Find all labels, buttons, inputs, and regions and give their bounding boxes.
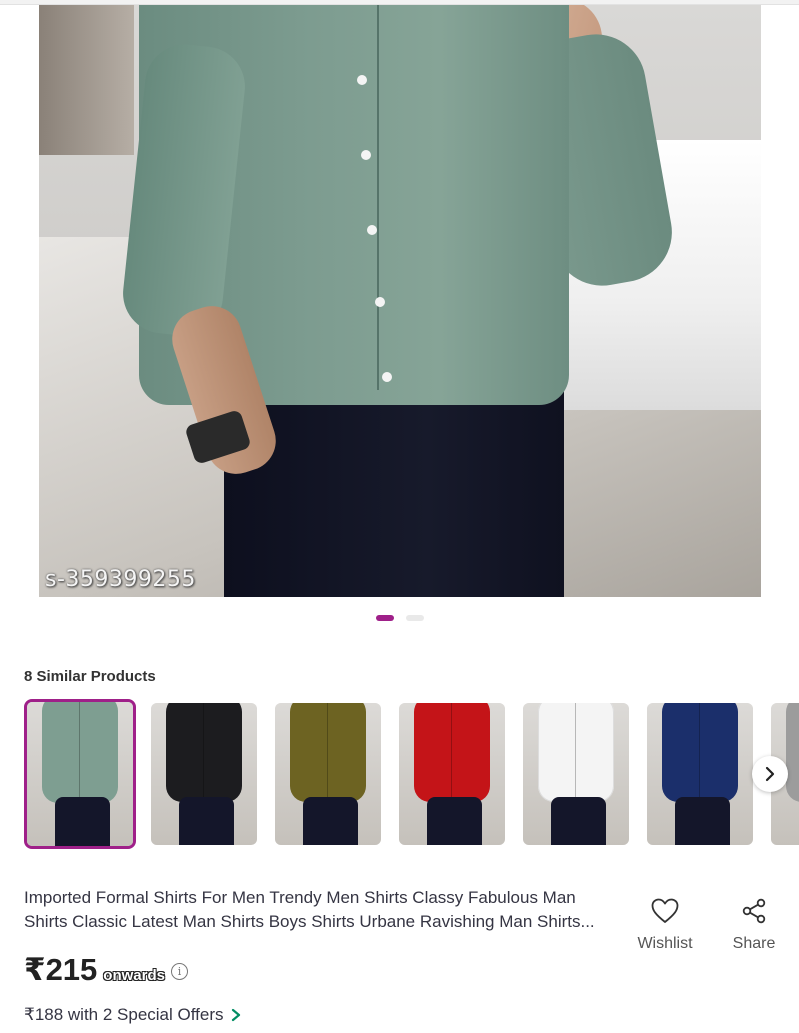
heart-icon <box>651 898 679 923</box>
wishlist-button[interactable]: Wishlist <box>625 898 705 953</box>
image-shirt-button <box>361 150 371 160</box>
similar-products-carousel[interactable] <box>24 699 799 849</box>
thumbnail-trousers <box>550 796 606 845</box>
image-shirt-button <box>367 225 377 235</box>
product-price: ₹215 <box>24 952 98 987</box>
similar-product-thumbnail[interactable] <box>151 703 257 845</box>
thumbnail-placket <box>326 703 328 797</box>
share-button[interactable]: Share <box>714 898 794 953</box>
carousel-next-button[interactable] <box>752 756 788 792</box>
thumbnail-placket <box>202 703 204 797</box>
similar-product-thumbnail[interactable] <box>523 703 629 845</box>
thumbnail-shirt <box>289 703 367 803</box>
sku-watermark: s-359399255 <box>45 567 196 592</box>
image-shirt-button <box>382 372 392 382</box>
wishlist-label: Wishlist <box>637 935 693 952</box>
similar-product-thumbnail[interactable] <box>24 699 136 849</box>
thumbnail-shirt <box>661 703 739 803</box>
thumbnail-shirt <box>165 703 243 803</box>
thumbnail-shirt <box>413 703 491 803</box>
chevron-right-icon <box>765 766 775 782</box>
chevron-right-icon <box>231 1008 240 1022</box>
thumbnail-placket <box>574 703 576 797</box>
image-shirt-placket <box>377 5 379 390</box>
share-label: Share <box>732 935 776 952</box>
thumbnail-shirt <box>785 703 799 803</box>
price-row: ₹215 onwards i <box>24 952 188 988</box>
product-title: Imported Formal Shirts For Men Trendy Me… <box>24 888 595 931</box>
thumbnail-placket <box>78 702 80 798</box>
thumbnail-trousers <box>302 796 358 845</box>
image-shirt-button <box>375 297 385 307</box>
pager-dot[interactable] <box>376 615 394 621</box>
image-background-wall <box>39 5 134 155</box>
thumbnail-trousers <box>178 796 234 845</box>
thumbnail-trousers <box>54 797 110 846</box>
similar-product-thumbnail[interactable] <box>647 703 753 845</box>
product-image[interactable]: s-359399255 <box>39 5 761 597</box>
offer-text: ₹188 with 2 Special Offers <box>24 1005 224 1024</box>
info-icon[interactable]: i <box>170 963 188 980</box>
thumbnail-shirt <box>537 703 615 803</box>
special-offers-link[interactable]: ₹188 with 2 Special Offers <box>24 1005 242 1025</box>
thumbnail-trousers <box>426 796 482 845</box>
share-icon <box>742 898 766 924</box>
similar-product-thumbnail[interactable] <box>275 703 381 845</box>
similar-product-thumbnail[interactable] <box>399 703 505 845</box>
image-pager <box>376 615 424 621</box>
thumbnail-shirt <box>41 702 119 803</box>
price-onwards-label: onwards <box>103 967 165 984</box>
image-shirt-button <box>357 75 367 85</box>
thumbnail-placket <box>450 703 452 797</box>
similar-products-title: 8 Similar Products <box>24 668 156 685</box>
thumbnail-trousers <box>674 796 730 845</box>
pager-dot[interactable] <box>406 615 424 621</box>
thumbnail-placket <box>698 703 700 797</box>
